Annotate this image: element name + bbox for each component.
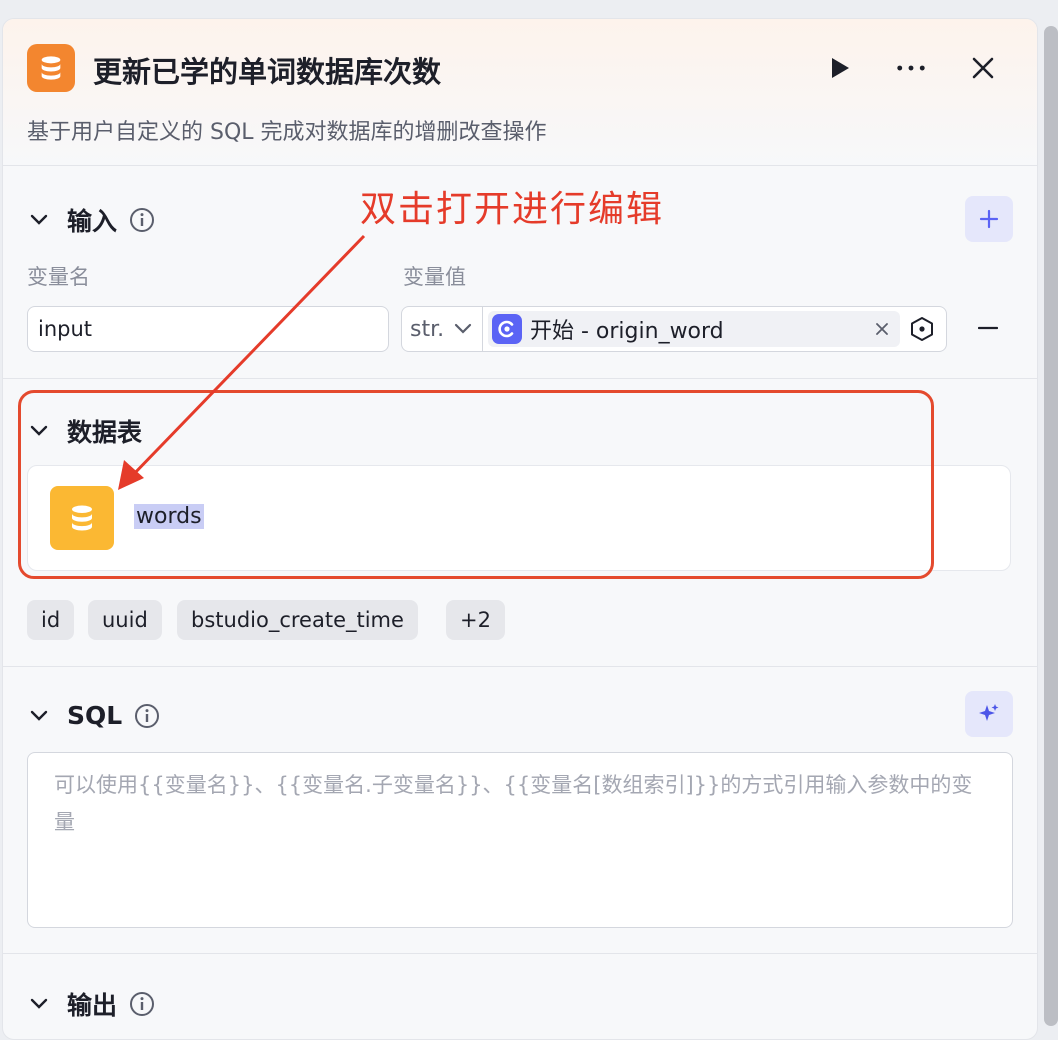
output-section-title: 输出 xyxy=(67,991,118,1020)
reference-chip[interactable]: 开始 - origin_word xyxy=(488,311,900,347)
node-description[interactable]: 基于用户自定义的 SQL 完成对数据库的增删改查操作 xyxy=(27,114,547,146)
variable-value-label: 变量值 xyxy=(403,265,466,289)
scrollbar[interactable] xyxy=(1044,26,1058,1026)
sparkle-icon xyxy=(979,704,999,721)
close-button[interactable] xyxy=(968,53,998,83)
info-icon[interactable] xyxy=(129,991,155,1017)
panel-header: 更新已学的单词数据库次数 基于用户自定义的 SQL 完成对数据库的增删改查操作 xyxy=(3,19,1037,166)
type-select[interactable]: str. xyxy=(402,307,483,351)
variable-value-field: str. 开始 - origin_word xyxy=(401,306,947,352)
annotation-highlight-box xyxy=(18,390,934,579)
clear-icon[interactable] xyxy=(872,319,892,339)
section-divider xyxy=(3,666,1037,667)
sql-section-header[interactable]: SQL xyxy=(27,701,160,730)
play-icon xyxy=(832,58,849,78)
chevron-down-icon[interactable] xyxy=(27,704,51,728)
more-button[interactable] xyxy=(896,53,926,83)
node-title[interactable]: 更新已学的单词数据库次数 xyxy=(93,49,441,91)
variable-name-label: 变量名 xyxy=(27,265,90,289)
section-divider xyxy=(3,378,1037,379)
run-button[interactable] xyxy=(825,53,855,83)
input-section-header[interactable]: 输入 xyxy=(27,202,155,238)
variable-picker-icon[interactable] xyxy=(908,315,936,343)
add-input-button[interactable] xyxy=(965,196,1013,242)
input-section-title: 输入 xyxy=(67,207,118,236)
minus-icon xyxy=(978,326,998,330)
chevron-down-icon[interactable] xyxy=(27,208,51,232)
field-tag: id xyxy=(27,600,75,640)
info-icon[interactable] xyxy=(129,207,155,233)
database-icon xyxy=(27,44,75,92)
field-tag-more[interactable]: +2 xyxy=(446,600,505,640)
sql-placeholder: 可以使用{{变量名}}、{{变量名.子变量名}}、{{变量名[数组索引]}}的方… xyxy=(54,773,973,834)
sql-editor[interactable]: 可以使用{{变量名}}、{{变量名.子变量名}}、{{变量名[数组索引]}}的方… xyxy=(27,752,1013,928)
ai-generate-button[interactable] xyxy=(965,691,1013,737)
reference-text: 开始 - origin_word xyxy=(530,319,724,344)
more-icon xyxy=(897,65,925,71)
remove-input-button[interactable] xyxy=(975,315,1001,341)
output-section-header[interactable]: 输出 xyxy=(27,986,155,1022)
start-node-icon xyxy=(492,314,522,344)
variable-name-input[interactable] xyxy=(27,306,389,352)
section-divider xyxy=(3,953,1037,954)
annotation-text: 双击打开进行编辑 xyxy=(360,189,665,230)
plus-icon xyxy=(979,209,999,229)
field-tag: uuid xyxy=(88,600,162,640)
info-icon[interactable] xyxy=(134,703,160,729)
type-select-value: str. xyxy=(410,316,445,342)
chevron-down-icon[interactable] xyxy=(27,992,51,1016)
close-icon xyxy=(972,57,994,79)
sql-section-title: SQL xyxy=(67,701,123,730)
field-tag: bstudio_create_time xyxy=(177,600,418,640)
chevron-down-icon xyxy=(454,320,472,339)
